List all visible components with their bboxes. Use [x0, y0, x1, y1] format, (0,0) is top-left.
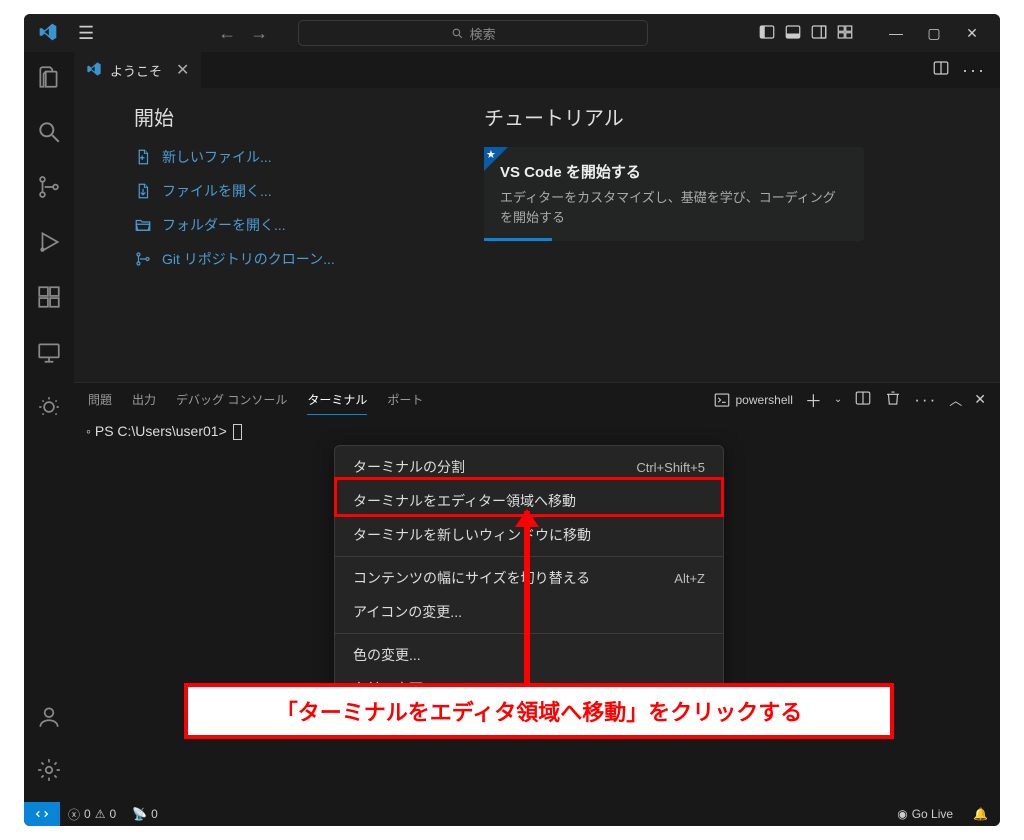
- split-terminal-icon[interactable]: [854, 389, 872, 410]
- terminal-shell-selector[interactable]: powershell: [713, 391, 793, 409]
- layout-controls: [758, 23, 854, 44]
- testing-icon[interactable]: [36, 394, 62, 425]
- star-icon: ★: [486, 148, 496, 161]
- annotation-callout: 「ターミナルをエディタ領域へ移動」をクリックする: [184, 683, 894, 739]
- remote-indicator[interactable]: [24, 802, 60, 826]
- terminal-dropdown-icon[interactable]: ⌄: [834, 394, 842, 405]
- settings-gear-icon[interactable]: [36, 757, 62, 788]
- tutorial-desc: エディターをカスタマイズし、基礎を学び、コーディングを開始する: [500, 188, 848, 227]
- maximize-panel-icon[interactable]: ︿: [949, 390, 962, 409]
- start-open-file[interactable]: ファイルを開く...: [134, 181, 434, 201]
- editor-area: ようこそ ✕ ··· 開始 新しいファイル... ファイルを開く... フォルダ…: [74, 52, 1000, 802]
- hamburger-menu-icon[interactable]: ☰: [78, 23, 94, 44]
- close-panel-icon[interactable]: ✕: [974, 391, 986, 408]
- panel-tab-output[interactable]: 出力: [132, 385, 156, 414]
- start-heading: 開始: [134, 102, 434, 131]
- panel-more-icon[interactable]: ···: [914, 390, 937, 410]
- source-control-icon[interactable]: [36, 174, 62, 205]
- terminal-body[interactable]: ◦ PS C:\Users\user01> ターミナルの分割Ctrl+Shift…: [74, 417, 1000, 802]
- accounts-icon[interactable]: [36, 704, 62, 735]
- titlebar: ☰ ← → 検索 — ▢ ✕: [24, 14, 1000, 52]
- status-ports[interactable]: 📡0: [124, 807, 166, 821]
- menu-item-split-terminal[interactable]: ターミナルの分割Ctrl+Shift+5: [335, 450, 723, 484]
- vscode-logo-icon: [38, 22, 58, 45]
- search-placeholder: 検索: [470, 24, 496, 43]
- terminal-cursor: [233, 424, 242, 440]
- broadcast-icon: ◉: [897, 807, 907, 821]
- warning-icon: ⚠: [95, 807, 106, 821]
- start-list: 新しいファイル... ファイルを開く... フォルダーを開く... Git リポ…: [134, 147, 434, 269]
- start-open-folder[interactable]: フォルダーを開く...: [134, 215, 434, 235]
- command-center-search[interactable]: 検索: [298, 20, 648, 46]
- toggle-panel-icon[interactable]: [784, 23, 802, 44]
- annotation-arrow: [524, 511, 530, 687]
- search-icon[interactable]: [36, 119, 62, 150]
- start-clone-git[interactable]: Git リポジトリのクローン...: [134, 249, 434, 269]
- panel-tab-problems[interactable]: 問題: [88, 385, 112, 414]
- welcome-page: 開始 新しいファイル... ファイルを開く... フォルダーを開く... Git…: [74, 88, 1000, 382]
- bottom-panel: 問題 出力 デバッグ コンソール ターミナル ポート powershell ＋ …: [74, 382, 1000, 802]
- window-maximize-button[interactable]: ▢: [920, 25, 948, 42]
- terminal-prompt: ◦ PS C:\Users\user01>: [86, 423, 231, 439]
- status-go-live[interactable]: ◉Go Live: [889, 807, 961, 821]
- explorer-icon[interactable]: [36, 64, 62, 95]
- split-editor-icon[interactable]: [932, 59, 950, 82]
- tab-close-icon[interactable]: ✕: [170, 60, 189, 80]
- status-bar: ⓧ0 ⚠0 📡0 ◉Go Live 🔔: [24, 802, 1000, 826]
- notifications-bell-icon[interactable]: 🔔: [973, 807, 988, 821]
- error-icon: ⓧ: [68, 806, 80, 823]
- panel-tabs: 問題 出力 デバッグ コンソール ターミナル ポート powershell ＋ …: [74, 383, 1000, 417]
- panel-tab-debug-console[interactable]: デバッグ コンソール: [176, 385, 287, 414]
- remote-explorer-icon[interactable]: [36, 339, 62, 370]
- status-problems[interactable]: ⓧ0 ⚠0: [60, 806, 124, 823]
- panel-tab-terminal[interactable]: ターミナル: [307, 385, 367, 415]
- new-terminal-icon[interactable]: ＋: [805, 387, 822, 412]
- customize-layout-icon[interactable]: [836, 23, 854, 44]
- panel-tab-ports[interactable]: ポート: [387, 385, 423, 414]
- vscode-logo-icon: [86, 61, 102, 80]
- antenna-icon: 📡: [132, 807, 147, 821]
- more-actions-icon[interactable]: ···: [962, 60, 986, 81]
- extensions-icon[interactable]: [36, 284, 62, 315]
- nav-back-icon[interactable]: ←: [218, 23, 236, 44]
- tutorial-heading: チュートリアル: [484, 102, 864, 131]
- kill-terminal-icon[interactable]: [884, 389, 902, 410]
- editor-tabs: ようこそ ✕ ···: [74, 52, 1000, 88]
- activity-bar: [24, 52, 74, 802]
- run-debug-icon[interactable]: [36, 229, 62, 260]
- tab-welcome[interactable]: ようこそ ✕: [74, 52, 202, 88]
- start-new-file[interactable]: 新しいファイル...: [134, 147, 434, 167]
- window-close-button[interactable]: ✕: [958, 25, 986, 42]
- tutorial-title: VS Code を開始する: [500, 161, 848, 182]
- nav-forward-icon[interactable]: →: [250, 23, 268, 44]
- window-minimize-button[interactable]: —: [882, 25, 910, 41]
- vscode-window: ☰ ← → 検索 — ▢ ✕: [24, 14, 1000, 826]
- tutorial-progress: [484, 238, 552, 241]
- toggle-secondary-sidebar-icon[interactable]: [810, 23, 828, 44]
- tutorial-card-get-started[interactable]: ★ VS Code を開始する エディターをカスタマイズし、基礎を学び、コーディ…: [484, 147, 864, 241]
- tab-title: ようこそ: [110, 61, 162, 80]
- toggle-primary-sidebar-icon[interactable]: [758, 23, 776, 44]
